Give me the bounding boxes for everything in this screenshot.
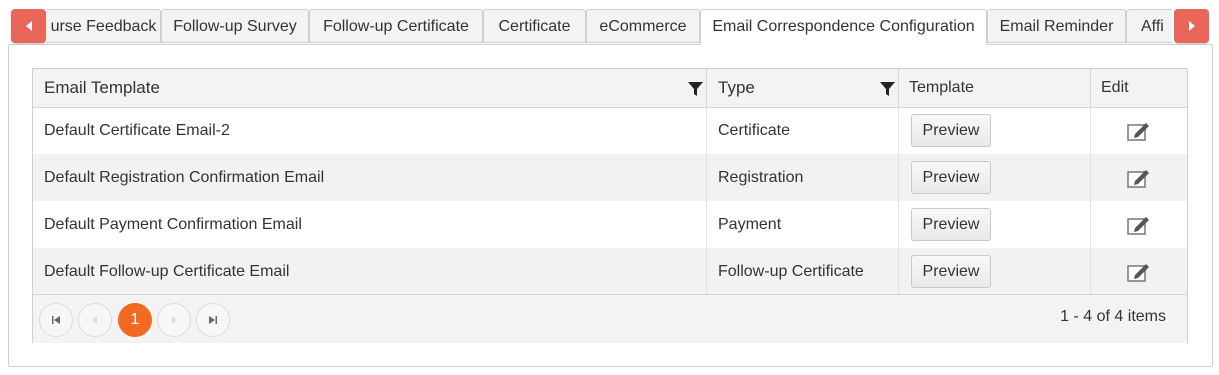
column-header-template: Template bbox=[899, 69, 1091, 107]
email-template-cell: Default Certificate Email-2 bbox=[33, 107, 707, 154]
tabs-viewport: urse Feedback Follow-up Survey Follow-up… bbox=[46, 9, 1172, 45]
template-cell: Preview bbox=[899, 107, 1091, 154]
edit-cell bbox=[1091, 154, 1187, 201]
filter-icon[interactable] bbox=[879, 81, 896, 97]
template-cell: Preview bbox=[899, 201, 1091, 248]
last-page-button[interactable] bbox=[196, 303, 230, 337]
template-cell: Preview bbox=[899, 248, 1091, 295]
email-template-cell: Default Payment Confirmation Email bbox=[33, 201, 707, 248]
column-header-label: Email Template bbox=[44, 78, 160, 97]
tabs-scroll-left-button[interactable] bbox=[11, 9, 46, 43]
first-page-icon bbox=[52, 316, 60, 324]
column-header-email-template[interactable]: Email Template bbox=[33, 69, 707, 107]
pager-info: 1 - 4 of 4 items bbox=[1060, 308, 1166, 325]
tab-follow-up-certificate[interactable]: Follow-up Certificate bbox=[309, 9, 483, 43]
table-row: Default Follow-up Certificate Email Foll… bbox=[33, 248, 1187, 295]
next-page-icon bbox=[172, 316, 177, 324]
email-template-cell: Default Registration Confirmation Email bbox=[33, 154, 707, 201]
edit-icon[interactable] bbox=[1127, 120, 1151, 142]
column-header-type[interactable]: Type bbox=[707, 69, 899, 107]
tab-course-feedback[interactable]: urse Feedback bbox=[46, 9, 161, 43]
chevron-right-icon bbox=[1188, 21, 1195, 31]
tab-ecommerce[interactable]: eCommerce bbox=[586, 9, 700, 43]
next-page-button[interactable] bbox=[157, 303, 191, 337]
table-row: Default Payment Confirmation Email Payme… bbox=[33, 201, 1187, 248]
grid-pager: 1 1 - 4 of 4 items bbox=[33, 294, 1187, 343]
filter-icon[interactable] bbox=[687, 81, 704, 97]
edit-icon[interactable] bbox=[1127, 261, 1151, 283]
grid-header: Email Template Type Template Edit bbox=[33, 69, 1187, 108]
tab-certificate[interactable]: Certificate bbox=[483, 9, 586, 43]
template-cell: Preview bbox=[899, 154, 1091, 201]
column-header-label: Type bbox=[718, 78, 755, 97]
type-cell: Certificate bbox=[707, 107, 899, 154]
edit-icon[interactable] bbox=[1127, 214, 1151, 236]
edit-icon[interactable] bbox=[1127, 167, 1151, 189]
column-header-edit: Edit bbox=[1101, 79, 1129, 96]
tab-affiliate[interactable]: Affi bbox=[1126, 9, 1172, 43]
email-template-cell: Default Follow-up Certificate Email bbox=[33, 248, 707, 295]
first-page-button[interactable] bbox=[39, 303, 73, 337]
type-cell: Payment bbox=[707, 201, 899, 248]
tabs-scroll-right-button[interactable] bbox=[1174, 9, 1209, 43]
prev-page-icon bbox=[92, 316, 97, 324]
tab-strip: urse Feedback Follow-up Survey Follow-up… bbox=[0, 0, 1219, 45]
type-cell: Registration bbox=[707, 154, 899, 201]
preview-button[interactable]: Preview bbox=[911, 255, 991, 288]
email-template-grid: Email Template Type Template Edit Defaul… bbox=[32, 68, 1188, 343]
tab-email-reminder[interactable]: Email Reminder bbox=[987, 9, 1126, 43]
last-page-icon bbox=[209, 316, 217, 324]
table-row: Default Certificate Email-2 Certificate … bbox=[33, 107, 1187, 154]
edit-cell bbox=[1091, 107, 1187, 154]
preview-button[interactable]: Preview bbox=[911, 114, 991, 147]
tab-email-correspondence-configuration[interactable]: Email Correspondence Configuration bbox=[700, 9, 987, 45]
page-number-current[interactable]: 1 bbox=[118, 303, 152, 337]
prev-page-button[interactable] bbox=[78, 303, 112, 337]
preview-button[interactable]: Preview bbox=[911, 161, 991, 194]
preview-button[interactable]: Preview bbox=[911, 208, 991, 241]
type-cell: Follow-up Certificate bbox=[707, 248, 899, 295]
edit-cell bbox=[1091, 201, 1187, 248]
edit-cell bbox=[1091, 248, 1187, 295]
table-row: Default Registration Confirmation Email … bbox=[33, 154, 1187, 201]
tab-follow-up-survey[interactable]: Follow-up Survey bbox=[161, 9, 309, 43]
chevron-left-icon bbox=[25, 21, 32, 31]
